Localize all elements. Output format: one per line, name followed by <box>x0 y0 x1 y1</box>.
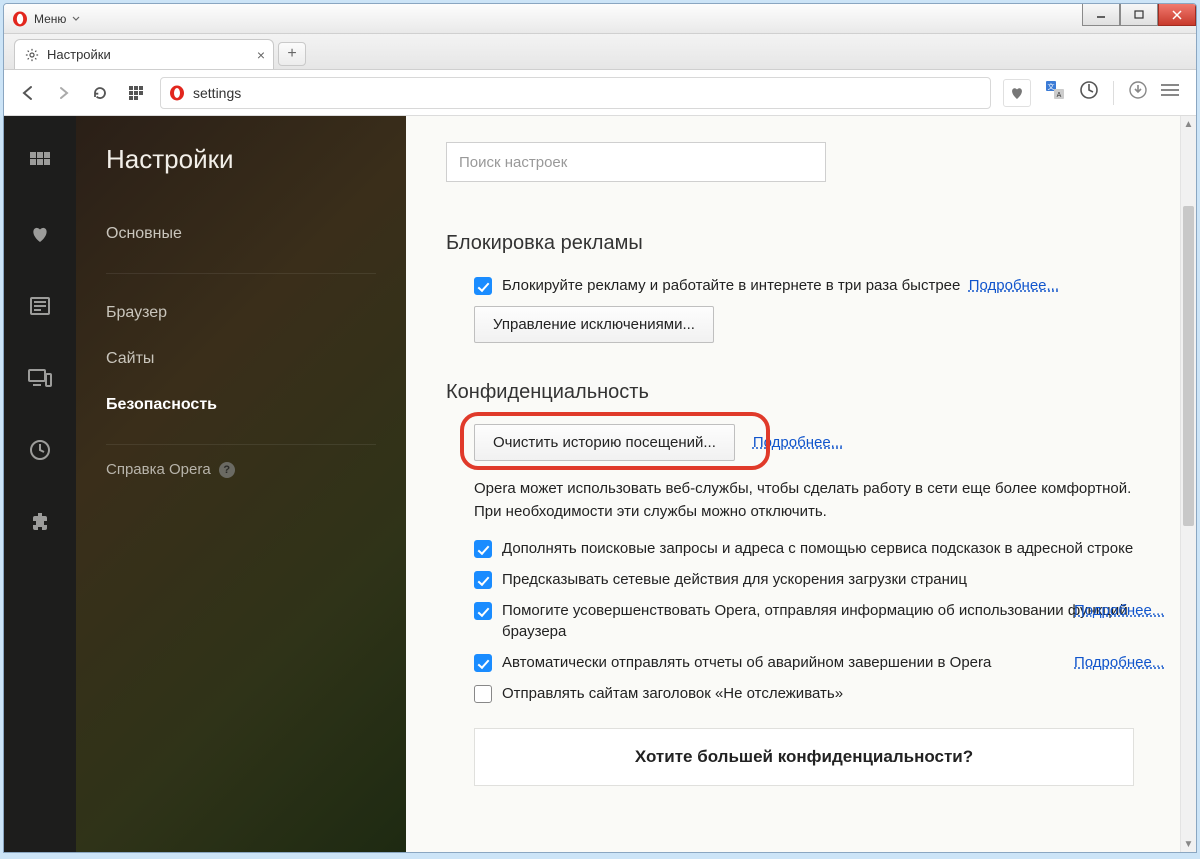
navbar: 文A <box>4 70 1196 116</box>
section-privacy: Конфиденциальность Очистить историю посе… <box>446 381 1134 786</box>
new-tab-button[interactable]: + <box>278 42 306 66</box>
svg-text:A: A <box>1057 92 1062 99</box>
gear-icon <box>25 48 39 62</box>
chevron-down-icon <box>72 15 80 23</box>
manage-exceptions-button[interactable]: Управление исключениями... <box>474 306 714 343</box>
rail-extensions-icon[interactable] <box>26 508 54 536</box>
privacy-heading: Конфиденциальность <box>446 381 1134 404</box>
main-scrollbar[interactable]: ▲ ▼ <box>1180 116 1196 852</box>
window-controls <box>1082 4 1196 26</box>
privacy-opt2-checkbox[interactable] <box>474 571 492 589</box>
sidebar-title: Настройки <box>106 144 376 175</box>
privacy-opt4-row: Автоматически отправлять отчеты об авари… <box>474 652 1134 673</box>
back-button[interactable] <box>16 81 40 105</box>
translate-button[interactable]: 文A <box>1045 80 1065 105</box>
tab-strip: Настройки × + <box>4 34 1196 70</box>
rail-speed-dial-icon[interactable] <box>26 148 54 176</box>
scroll-thumb[interactable] <box>1183 206 1194 526</box>
tab-settings[interactable]: Настройки × <box>14 39 274 69</box>
privacy-opt3-checkbox[interactable] <box>474 602 492 620</box>
privacy-opt1-row: Дополнять поисковые запросы и адреса с п… <box>474 538 1134 559</box>
privacy-promo-text: Хотите большей конфиденциальности? <box>635 747 973 766</box>
privacy-opt4-checkbox[interactable] <box>474 654 492 672</box>
adblock-icon-button[interactable] <box>1079 80 1099 105</box>
section-adblock: Блокировка рекламы Блокируйте рекламу и … <box>446 232 1134 343</box>
privacy-promo: Хотите большей конфиденциальности? <box>474 728 1134 786</box>
maximize-button[interactable] <box>1120 4 1158 26</box>
opera-logo-icon <box>12 11 28 27</box>
privacy-opt5-row: Отправлять сайтам заголовок «Не отслежив… <box>474 683 1134 704</box>
minimize-button[interactable] <box>1082 4 1120 26</box>
privacy-opt1-label: Дополнять поисковые запросы и адреса с п… <box>502 538 1134 559</box>
clear-history-button[interactable]: Очистить историю посещений... <box>474 424 735 461</box>
privacy-opt5-checkbox[interactable] <box>474 685 492 703</box>
sidebar-help[interactable]: Справка Opera ? <box>106 461 376 478</box>
settings-sidebar: Настройки Основные Браузер Сайты Безопас… <box>76 116 406 852</box>
rail-bookmarks-icon[interactable] <box>26 220 54 248</box>
opera-badge-icon <box>169 85 185 101</box>
scroll-up-icon[interactable]: ▲ <box>1181 116 1196 132</box>
downloads-button[interactable] <box>1128 80 1148 105</box>
sidebar-item-security[interactable]: Безопасность <box>106 382 376 428</box>
forward-button[interactable] <box>52 81 76 105</box>
privacy-opt4-more-link[interactable]: Подробнее... <box>1074 652 1164 673</box>
speed-dial-button[interactable] <box>124 81 148 105</box>
titlebar: Меню <box>4 4 1196 34</box>
icon-rail <box>4 116 76 852</box>
reload-button[interactable] <box>88 81 112 105</box>
adblock-checkbox-label: Блокируйте рекламу и работайте в интерне… <box>502 277 960 294</box>
adblock-heading: Блокировка рекламы <box>446 232 1134 255</box>
privacy-opt5-label: Отправлять сайтам заголовок «Не отслежив… <box>502 683 1134 704</box>
tab-close-icon[interactable]: × <box>257 47 265 63</box>
adblock-checkbox-row: Блокируйте рекламу и работайте в интерне… <box>474 275 1134 296</box>
settings-search-placeholder: Поиск настроек <box>459 154 567 171</box>
rail-news-icon[interactable] <box>26 292 54 320</box>
address-input[interactable] <box>193 85 982 101</box>
privacy-opt2-row: Предсказывать сетевые действия для ускор… <box>474 569 1134 590</box>
sidebar-item-browser[interactable]: Браузер <box>106 290 376 336</box>
privacy-opt3-label: Помогите усовершенствовать Opera, отправ… <box>502 600 1134 642</box>
menu-label: Меню <box>34 12 66 26</box>
settings-main: Поиск настроек Блокировка рекламы Блокир… <box>406 116 1196 852</box>
bookmark-heart-button[interactable] <box>1003 79 1031 107</box>
privacy-opt3-more-link[interactable]: Подробнее... <box>1074 600 1164 621</box>
settings-search[interactable]: Поиск настроек <box>446 142 826 182</box>
help-icon: ? <box>219 462 235 478</box>
privacy-opt1-checkbox[interactable] <box>474 540 492 558</box>
opera-window: Меню Настройки × + 文A <box>3 3 1197 853</box>
content-area: Настройки Основные Браузер Сайты Безопас… <box>4 116 1196 852</box>
privacy-more-link[interactable]: Подробнее... <box>753 434 843 451</box>
privacy-opt3-row: Помогите усовершенствовать Opera, отправ… <box>474 600 1134 642</box>
sidebar-help-label: Справка Opera <box>106 461 211 478</box>
tab-title: Настройки <box>47 47 111 62</box>
privacy-description: Opera может использовать веб-службы, что… <box>474 477 1134 524</box>
easy-setup-button[interactable] <box>1160 83 1184 102</box>
adblock-more-link[interactable]: Подробнее... <box>969 277 1059 294</box>
close-button[interactable] <box>1158 4 1196 26</box>
navbar-right: 文A <box>1003 79 1148 107</box>
menu-button[interactable]: Меню <box>4 11 80 27</box>
privacy-opt2-label: Предсказывать сетевые действия для ускор… <box>502 569 1134 590</box>
adblock-checkbox[interactable] <box>474 277 492 295</box>
rail-sync-icon[interactable] <box>26 364 54 392</box>
svg-text:文: 文 <box>1048 82 1055 91</box>
scroll-down-icon[interactable]: ▼ <box>1181 836 1196 852</box>
privacy-opt4-label: Автоматически отправлять отчеты об авари… <box>502 652 1134 673</box>
rail-history-icon[interactable] <box>26 436 54 464</box>
sidebar-item-basic[interactable]: Основные <box>106 211 376 257</box>
sidebar-item-sites[interactable]: Сайты <box>106 336 376 382</box>
address-bar[interactable] <box>160 77 991 109</box>
